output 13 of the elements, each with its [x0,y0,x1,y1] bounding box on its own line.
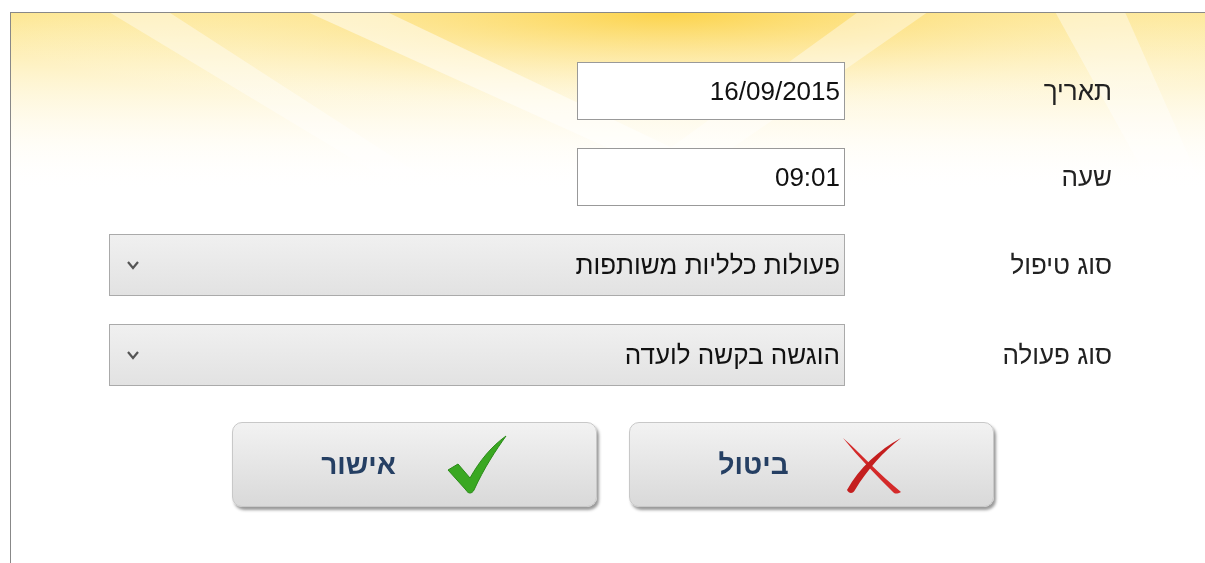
confirm-button[interactable]: אישור [232,422,597,507]
dropdown[interactable]: פעולות כלליות משותפות [109,234,845,296]
field-label: סוג פעולה [1001,338,1112,372]
field-label: תאריך [1042,74,1112,108]
input-field[interactable]: 16/09/2015 [577,62,845,120]
cancel-button[interactable]: ביטול [629,422,994,507]
chevron-down-icon [126,260,140,270]
checkmark-icon [445,433,508,496]
field-label: שעה [1060,160,1112,194]
field-label: סוג טיפול [1009,248,1112,282]
input-field[interactable]: 09:01 [577,148,845,206]
dropdown[interactable]: הוגשה בקשה לועדה [109,324,845,386]
chevron-down-icon [126,350,140,360]
